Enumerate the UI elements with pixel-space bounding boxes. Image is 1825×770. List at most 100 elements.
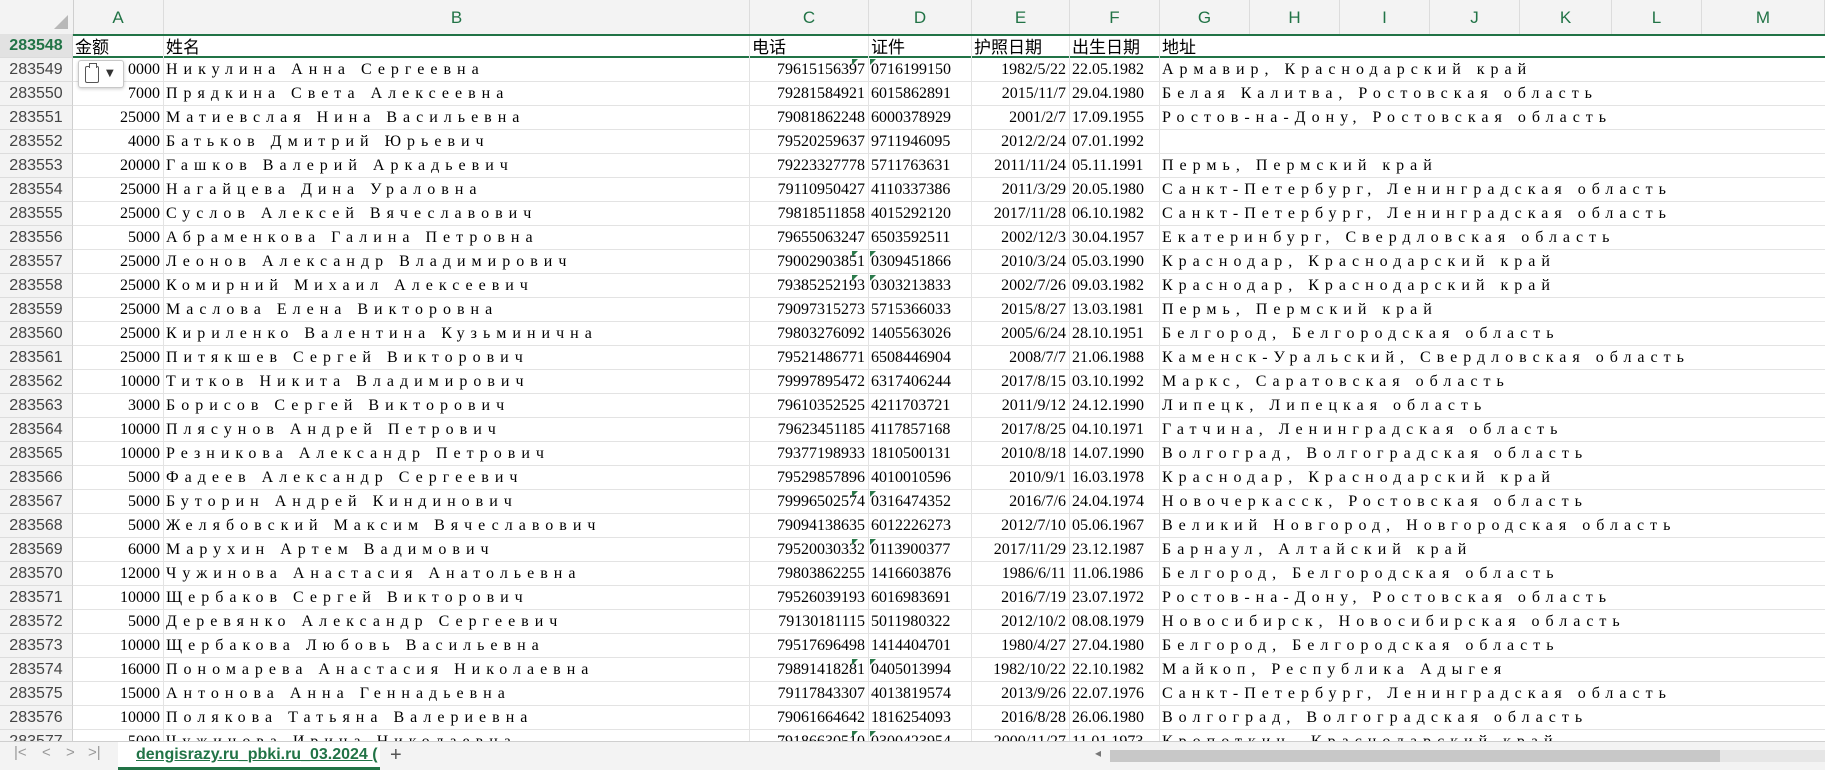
- cell-phone[interactable]: 79529857896: [750, 466, 869, 489]
- cell-birth[interactable]: 20.05.1980: [1070, 178, 1160, 201]
- cell-birth[interactable]: 26.06.1980: [1070, 706, 1160, 729]
- cell-birth[interactable]: 23.07.1972: [1070, 586, 1160, 609]
- cell-passport[interactable]: 2012/10/2: [972, 610, 1070, 633]
- table-row[interactable]: 5000 Абраменкова Галина Петровна 796550632…: [73, 226, 1825, 250]
- cell-phone[interactable]: 79520259637: [750, 130, 869, 153]
- table-row[interactable]: 10000 Щербаков Сергей Викторович 795260391…: [73, 586, 1825, 610]
- table-row[interactable]: 5000 Желябовский Максим Вячеславович 79094…: [73, 514, 1825, 538]
- cell-doc[interactable]: 4015292120: [869, 202, 972, 225]
- table-row[interactable]: 10000 Резникова Александр Петрович 7937719…: [73, 442, 1825, 466]
- cell-address[interactable]: Новочеркасск, Ростовская область: [1160, 490, 1825, 513]
- cell-birth[interactable]: 17.09.1955: [1070, 106, 1160, 129]
- cell-address[interactable]: Каменск-Уральский, Свердловская область: [1160, 346, 1825, 369]
- column-header-j[interactable]: J: [1430, 0, 1520, 34]
- cell-name[interactable]: Маслова Елена Викторовна: [164, 298, 750, 321]
- cell-doc[interactable]: 1416603876: [869, 562, 972, 585]
- cell-birth[interactable]: 28.10.1951: [1070, 322, 1160, 345]
- cell-address[interactable]: Ростов-на-Дону, Ростовская область: [1160, 586, 1825, 609]
- cell-passport[interactable]: 2012/2/24: [972, 130, 1070, 153]
- cell-birth[interactable]: 06.10.1982: [1070, 202, 1160, 225]
- cell-name[interactable]: Питякшев Сергей Викторович: [164, 346, 750, 369]
- cell-address[interactable]: Гатчина, Ленинградская область: [1160, 418, 1825, 441]
- cell-doc[interactable]: 4010010596: [869, 466, 972, 489]
- cell-amount[interactable]: 3000: [73, 394, 164, 417]
- cell-passport[interactable]: 1986/6/11: [972, 562, 1070, 585]
- cell-name[interactable]: Полякова Татьяна Валериевна: [164, 706, 750, 729]
- cell-birth[interactable]: 22.07.1976: [1070, 682, 1160, 705]
- cell-phone[interactable]: 79002903851: [750, 250, 869, 273]
- cell-amount[interactable]: 4000: [73, 130, 164, 153]
- cell-passport[interactable]: 2017/11/28: [972, 202, 1070, 225]
- cell-name[interactable]: Щербаков Сергей Викторович: [164, 586, 750, 609]
- cell-birth[interactable]: 22.10.1982: [1070, 658, 1160, 681]
- cell-amount[interactable]: 10000: [73, 370, 164, 393]
- spreadsheet[interactable]: ABCDEFGHIJKLM 283548 金额 姓名 电话 证件 护照日期 出生日期 地址 28…: [0, 0, 1825, 770]
- row-header[interactable]: 283559: [0, 298, 73, 322]
- cell-doc[interactable]: 4013819574: [869, 682, 972, 705]
- cell-doc[interactable]: 6508446904: [869, 346, 972, 369]
- cell-name[interactable]: Титков Никита Владимирович: [164, 370, 750, 393]
- cell-phone[interactable]: 79097315273: [750, 298, 869, 321]
- cell-doc[interactable]: 0309451866: [869, 250, 972, 273]
- cell-birth[interactable]: 23.12.1987: [1070, 538, 1160, 561]
- row-header[interactable]: 283575: [0, 682, 73, 706]
- cell-amount[interactable]: 25000: [73, 346, 164, 369]
- cell-doc[interactable]: 5715366033: [869, 298, 972, 321]
- cell-amount[interactable]: 25000: [73, 250, 164, 273]
- row-header[interactable]: 283566: [0, 466, 73, 490]
- cell-passport[interactable]: 2005/6/24: [972, 322, 1070, 345]
- cell-passport[interactable]: 2017/11/29: [972, 538, 1070, 561]
- cell-name[interactable]: Резникова Александр Петрович: [164, 442, 750, 465]
- cell-phone[interactable]: 79521486771: [750, 346, 869, 369]
- cell-birth[interactable]: 21.06.1988: [1070, 346, 1160, 369]
- cell-address[interactable]: Маркс, Саратовская область: [1160, 370, 1825, 393]
- cell-phone[interactable]: 79610352525: [750, 394, 869, 417]
- select-all-corner[interactable]: [0, 0, 74, 34]
- cell-birth[interactable]: 04.10.1971: [1070, 418, 1160, 441]
- row-header[interactable]: 283569: [0, 538, 73, 562]
- cell-passport[interactable]: 2002/12/3: [972, 226, 1070, 249]
- cell-doc[interactable]: 4110337386: [869, 178, 972, 201]
- cell-birth[interactable]: 03.10.1992: [1070, 370, 1160, 393]
- cell-phone[interactable]: 79996502574: [750, 490, 869, 513]
- cell-passport[interactable]: 2012/7/10: [972, 514, 1070, 537]
- row-header[interactable]: 283573: [0, 634, 73, 658]
- row-header[interactable]: 283571: [0, 586, 73, 610]
- row-header[interactable]: 283556: [0, 226, 73, 250]
- cell-birth[interactable]: 出生日期: [1070, 36, 1160, 59]
- row-header[interactable]: 283551: [0, 106, 73, 130]
- cell-phone[interactable]: 79377198933: [750, 442, 869, 465]
- first-sheet-button[interactable]: |<: [14, 744, 27, 761]
- row-header[interactable]: 283576: [0, 706, 73, 730]
- row-header[interactable]: 283562: [0, 370, 73, 394]
- cell-address[interactable]: Пермь, Пермский край: [1160, 154, 1825, 177]
- cell-passport[interactable]: 护照日期: [972, 36, 1070, 59]
- cell-passport[interactable]: 2017/8/25: [972, 418, 1070, 441]
- cell-phone[interactable]: 79997895472: [750, 370, 869, 393]
- cell-amount[interactable]: 25000: [73, 106, 164, 129]
- cell-doc[interactable]: 0716199150: [869, 58, 972, 81]
- cell-birth[interactable]: 09.03.1982: [1070, 274, 1160, 297]
- table-row[interactable]: 10000 Плясунов Андрей Петрович 79623451185…: [73, 418, 1825, 442]
- row-header[interactable]: 283555: [0, 202, 73, 226]
- table-row[interactable]: 25000 Нагайцева Дина Ураловна 79110950427 4…: [73, 178, 1825, 202]
- column-header-l[interactable]: L: [1612, 0, 1702, 34]
- cell-address[interactable]: 地址: [1160, 36, 1825, 59]
- cell-doc[interactable]: 0316474352: [869, 490, 972, 513]
- cell-name[interactable]: Плясунов Андрей Петрович: [164, 418, 750, 441]
- cell-passport[interactable]: 2016/8/28: [972, 706, 1070, 729]
- table-row[interactable]: 3000 Борисов Сергей Викторович 79610352525…: [73, 394, 1825, 418]
- cell-passport[interactable]: 1982/5/22: [972, 58, 1070, 81]
- table-row[interactable]: 15000 Антонова Анна Геннадьевна 7911784330…: [73, 682, 1825, 706]
- cell-amount[interactable]: 25000: [73, 178, 164, 201]
- cell-doc[interactable]: 5011980322: [869, 610, 972, 633]
- cell-phone[interactable]: 79891418281: [750, 658, 869, 681]
- cell-doc[interactable]: 6503592511: [869, 226, 972, 249]
- table-row[interactable]: 25000 Леонов Александр Владимирович 790029…: [73, 250, 1825, 274]
- cell-passport[interactable]: 2011/3/29: [972, 178, 1070, 201]
- cell-amount[interactable]: 金额: [73, 36, 164, 59]
- cell-name[interactable]: Щербакова Любовь Васильевна: [164, 634, 750, 657]
- cell-doc[interactable]: 4117857168: [869, 418, 972, 441]
- cell-phone[interactable]: 79818511858: [750, 202, 869, 225]
- cell-name[interactable]: Фадеев Александр Сергеевич: [164, 466, 750, 489]
